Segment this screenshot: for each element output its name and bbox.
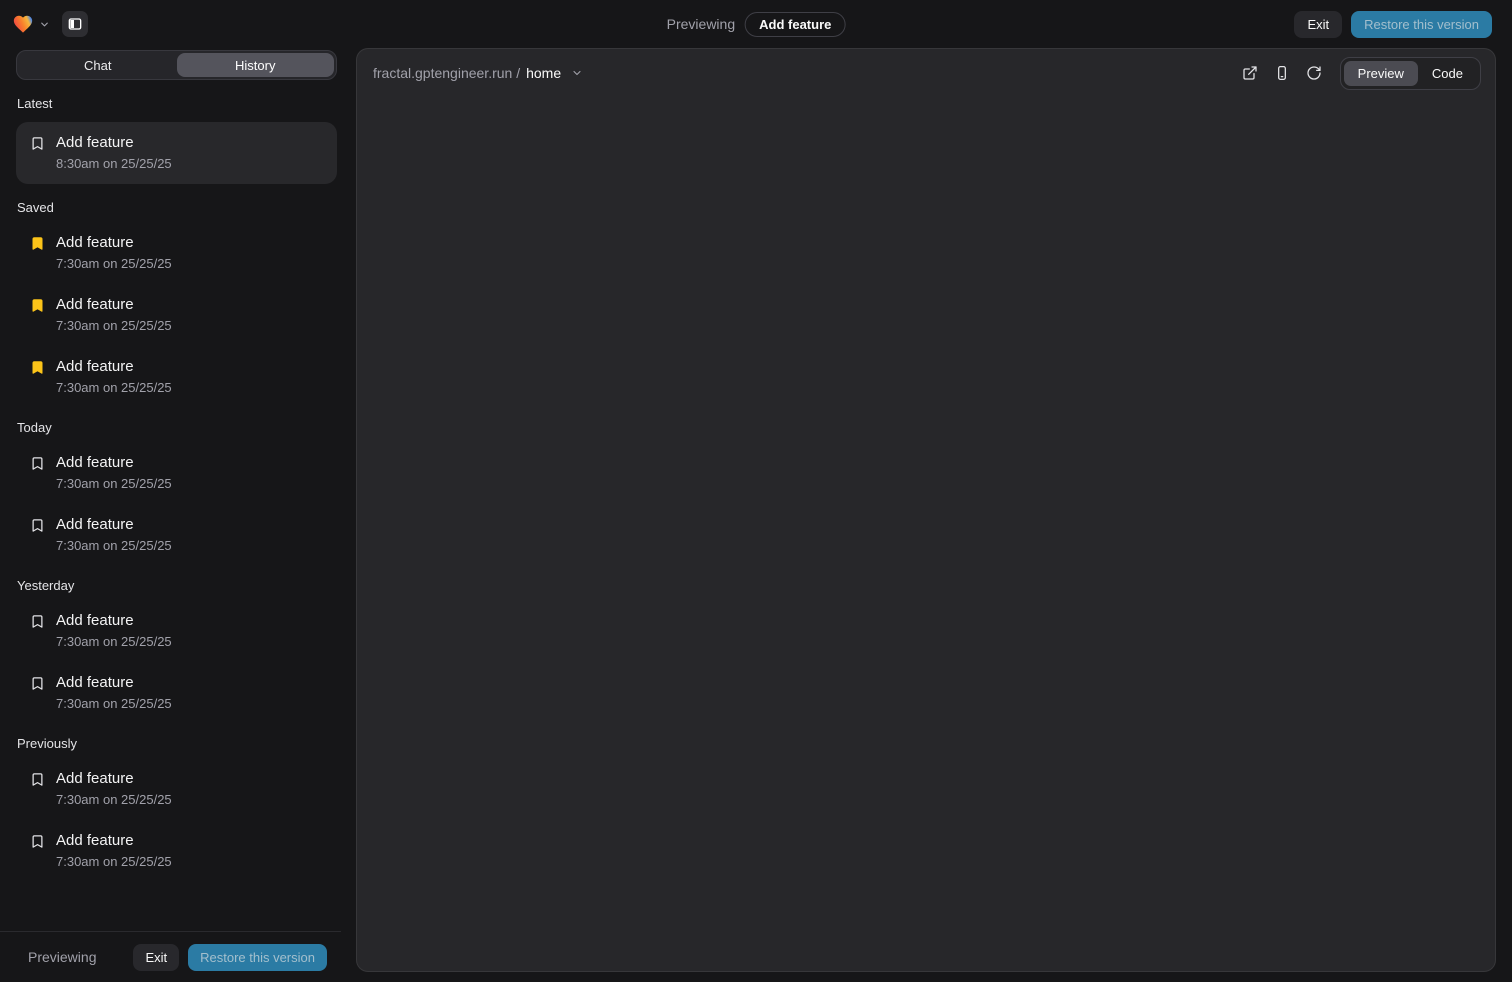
history-item[interactable]: Add feature 7:30am on 25/25/25 [16, 666, 337, 720]
history-item-title: Add feature [56, 832, 172, 849]
topbar-actions: Exit Restore this version [1294, 11, 1492, 38]
toggle-code[interactable]: Code [1418, 61, 1477, 86]
tab-history[interactable]: History [177, 53, 335, 77]
lovable-heart-logo-icon [12, 13, 34, 35]
sidebar-footer: Previewing Exit Restore this version [0, 931, 341, 982]
open-in-new-tab-button[interactable] [1238, 61, 1262, 85]
history-item[interactable]: Add feature 7:30am on 25/25/25 [16, 762, 337, 816]
version-badge: Add feature [745, 12, 845, 37]
history-section-title: Yesterday [17, 578, 337, 594]
history-item-title: Add feature [56, 234, 172, 251]
sidebar-toggle-button[interactable] [62, 11, 88, 37]
history-list: Latest Add feature 8:30am on 25/25/25 Sa… [0, 80, 341, 931]
history-item[interactable]: Add feature 7:30am on 25/25/25 [16, 446, 337, 500]
preview-header-actions: PreviewCode [1230, 57, 1481, 90]
history-section: Today Add feature 7:30am on 25/25/25 Add… [16, 420, 337, 562]
footer-restore-version-button[interactable]: Restore this version [188, 944, 327, 971]
history-item-title: Add feature [56, 134, 172, 151]
history-item-title: Add feature [56, 358, 172, 375]
history-item[interactable]: Add feature 7:30am on 25/25/25 [16, 604, 337, 658]
toggle-preview[interactable]: Preview [1344, 61, 1418, 86]
history-item-time: 7:30am on 25/25/25 [56, 792, 172, 807]
history-section-title: Today [17, 420, 337, 436]
history-section: Saved Add feature 7:30am on 25/25/25 Add… [16, 200, 337, 404]
tab-chat[interactable]: Chat [19, 53, 177, 77]
refresh-icon [1306, 65, 1322, 81]
history-item-title: Add feature [56, 454, 172, 471]
bookmark-icon [30, 772, 45, 787]
history-item-title: Add feature [56, 296, 172, 313]
preview-url-page: home [526, 65, 561, 81]
history-item[interactable]: Add feature 8:30am on 25/25/25 [16, 122, 337, 184]
history-item[interactable]: Add feature 7:30am on 25/25/25 [16, 824, 337, 878]
history-item-time: 7:30am on 25/25/25 [56, 538, 172, 553]
history-item[interactable]: Add feature 7:30am on 25/25/25 [16, 508, 337, 562]
preview-body [357, 97, 1495, 971]
history-item-time: 7:30am on 25/25/25 [56, 476, 172, 491]
main-area: fractal.gptengineer.run / home [341, 48, 1512, 982]
bookmark-icon [30, 676, 45, 691]
history-item-time: 7:30am on 25/25/25 [56, 634, 172, 649]
bookmark-icon [30, 614, 45, 629]
preview-pane: fractal.gptengineer.run / home [356, 48, 1496, 972]
chevron-down-icon [39, 19, 50, 30]
bookmark-icon [30, 518, 45, 533]
chat-history-tabs: ChatHistory [16, 50, 337, 80]
history-sidebar: ChatHistory Latest Add feature 8:30am on… [0, 48, 341, 982]
history-item[interactable]: Add feature 7:30am on 25/25/25 [16, 350, 337, 404]
bookmark-filled-icon [30, 236, 45, 251]
bookmark-icon [30, 834, 45, 849]
restore-version-button[interactable]: Restore this version [1351, 11, 1492, 38]
preview-url-dropdown[interactable]: fractal.gptengineer.run / home [373, 65, 583, 81]
history-item-title: Add feature [56, 516, 172, 533]
previewing-label: Previewing [667, 16, 735, 32]
history-section-title: Latest [17, 96, 337, 112]
preview-header: fractal.gptengineer.run / home [357, 49, 1495, 97]
bookmark-filled-icon [30, 360, 45, 375]
app-menu-trigger[interactable] [12, 13, 50, 35]
chevron-down-icon [571, 67, 583, 79]
bookmark-icon [30, 136, 45, 151]
history-item-title: Add feature [56, 770, 172, 787]
history-item-title: Add feature [56, 674, 172, 691]
topbar: Previewing Add feature Exit Restore this… [0, 0, 1512, 48]
bookmark-filled-icon [30, 298, 45, 313]
history-section: Previously Add feature 7:30am on 25/25/2… [16, 736, 337, 878]
history-item-title: Add feature [56, 612, 172, 629]
refresh-button[interactable] [1302, 61, 1326, 85]
history-item[interactable]: Add feature 7:30am on 25/25/25 [16, 288, 337, 342]
history-item[interactable]: Add feature 7:30am on 25/25/25 [16, 226, 337, 280]
topbar-center: Previewing Add feature [667, 0, 846, 48]
history-item-time: 7:30am on 25/25/25 [56, 696, 172, 711]
bookmark-icon [30, 456, 45, 471]
panel-left-icon [67, 16, 83, 32]
history-item-time: 8:30am on 25/25/25 [56, 156, 172, 171]
history-item-time: 7:30am on 25/25/25 [56, 380, 172, 395]
exit-button[interactable]: Exit [1294, 11, 1342, 38]
history-item-time: 7:30am on 25/25/25 [56, 256, 172, 271]
preview-code-toggle: PreviewCode [1340, 57, 1481, 90]
history-section-title: Previously [17, 736, 337, 752]
mobile-view-button[interactable] [1270, 61, 1294, 85]
history-section: Latest Add feature 8:30am on 25/25/25 [16, 96, 337, 184]
preview-url-prefix: fractal.gptengineer.run / [373, 65, 520, 81]
external-link-icon [1242, 65, 1258, 81]
footer-exit-button[interactable]: Exit [133, 944, 179, 971]
history-item-time: 7:30am on 25/25/25 [56, 854, 172, 869]
smartphone-icon [1274, 65, 1290, 81]
footer-previewing-label: Previewing [28, 949, 133, 965]
history-section: Yesterday Add feature 7:30am on 25/25/25… [16, 578, 337, 720]
history-item-time: 7:30am on 25/25/25 [56, 318, 172, 333]
history-section-title: Saved [17, 200, 337, 216]
